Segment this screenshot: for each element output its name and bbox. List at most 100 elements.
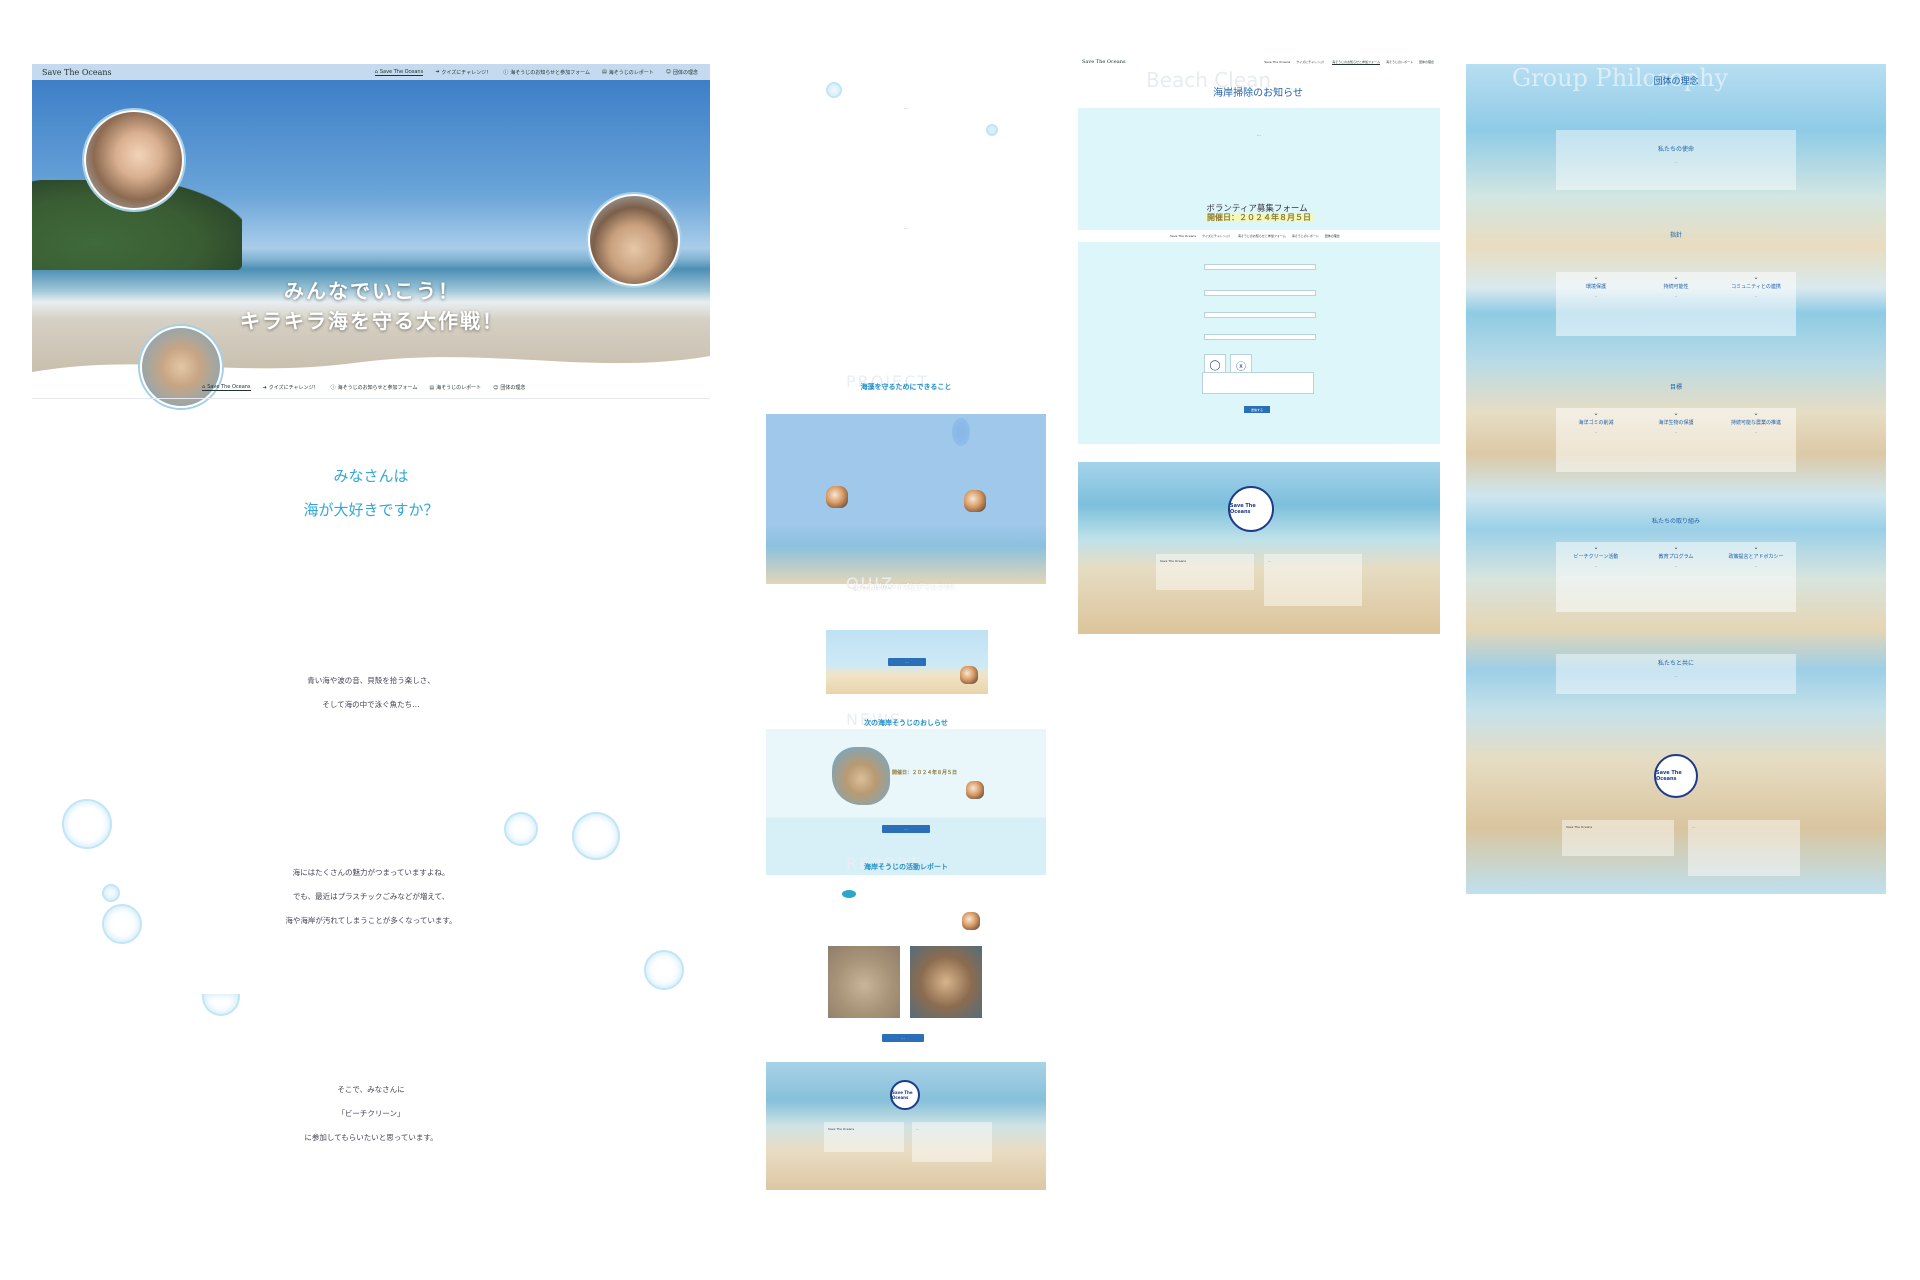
goal-card-text: … [1594,430,1598,434]
report-photo[interactable] [910,946,982,1018]
quiz-banner-image[interactable]: … [826,630,988,694]
seagull-icon: ⌄ [1673,274,1679,281]
sub-nav: Save The Oceans クイズにチャレンジ！ 海そうじのお知らせと参加フ… [1170,234,1340,238]
subnav-item-form[interactable]: 海そうじのお知らせと参加フォーム [1238,234,1286,238]
subnav-item-quiz[interactable]: クイズにチャレンジ！ [1202,234,1232,238]
mission-heading: 私たちの使命 [1657,146,1694,153]
subnav-item-home[interactable]: ⌂ Save The Oceans [202,384,251,391]
seagull-icon: ⌄ [1593,274,1599,281]
subnav-item-home[interactable]: Save The Oceans [1170,234,1196,238]
nav-item-form[interactable]: ⓘ 海そうじのお知らせと参加フォーム [503,69,590,76]
nav-item-report[interactable]: ▤ 海そうじのレポート [602,69,654,76]
nav-label: 海そうじのレポート [1385,60,1413,64]
nav-item-home[interactable]: ⌂ Save The Oceans [374,69,424,76]
cat-mascot-icon [964,490,986,512]
nav-label: クイズにチャレンジ！ [268,385,319,391]
footer-beach: Save The Oceans Save The Oceans … [1078,462,1440,634]
effort-card-text: … [1754,564,1758,568]
name-field[interactable] [1204,264,1316,270]
footer-links[interactable]: … [1688,820,1800,834]
message-textarea[interactable] [1202,372,1314,394]
text-line: 海にはたくさんの魅力がつまっていますよね。 [292,868,450,877]
subnav-item-philosophy[interactable]: ☺ 団体の理念 [493,384,526,392]
save-the-oceans-logo-icon: Save The Oceans [890,1080,920,1110]
nav-label: 団体の理念 [500,385,526,391]
policy-card-title: 環境保護 [1585,284,1606,290]
footer-links[interactable]: … [1264,554,1362,568]
site-logo-text[interactable]: Save The Oceans [32,68,332,77]
nav-label: 海そうじのお知らせと参加フォーム [337,385,418,391]
footer-links[interactable]: … [912,1122,992,1136]
bubble-decoration [952,418,970,446]
email-field[interactable] [1204,312,1316,318]
nav-label: 海そうじのお知らせと参加フォーム [1237,234,1286,238]
subnav-item-philosophy[interactable]: 団体の理念 [1325,234,1340,238]
news-form-button[interactable]: … [882,825,930,833]
intro-question: みなさんは 海が大好きですか？ [32,459,710,527]
bubble-decoration [504,812,538,846]
nav-label: Save The Oceans [1264,60,1291,64]
footer-info-box: Save The Oceans [1156,554,1254,590]
submit-button[interactable]: 送信する [1244,406,1270,413]
quiz-button[interactable]: … [888,658,926,666]
subnav-item-quiz[interactable]: ➜ クイズにチャレンジ！ [262,384,319,392]
subnav-item-report[interactable]: 海そうじのレポート [1292,234,1319,238]
nav-label: 海そうじのレポート [436,385,482,391]
seagull-icon: ⌄ [1753,274,1759,281]
furigana-field[interactable] [1204,290,1316,296]
form-title: ボランティア募集フォーム [1206,204,1308,214]
text-line: 「ビーチクリーン」 [337,1109,405,1118]
people-icon: ☺ [665,69,671,75]
notice-text: … [1257,133,1261,137]
site-logo-text[interactable]: Save The Oceans [1076,59,1226,65]
nav-item-quiz[interactable]: ➜ クイズにチャレンジ！ [435,69,491,76]
hero-wave-edge [32,356,710,382]
logo-text: Save The Oceans [892,1090,913,1100]
intro-small-text: … [904,225,908,230]
hero-photo-kids-sand [588,194,680,286]
footer-brand: Save The Oceans [828,1127,855,1131]
text-line: でも、最近はプラスチックごみなどが増えて、 [292,892,450,901]
intro-paragraph-2: 海にはたくさんの魅力がつまっていますよね。 でも、最近はプラスチックごみなどが増… [32,861,710,933]
phone-field[interactable] [1204,334,1316,340]
subnav-item-report[interactable]: ▤ 海そうじのレポート [429,384,482,392]
nav-label: 海そうじのお知らせと参加フォーム [1332,59,1380,64]
intro-question-line: 海が大好きですか？ [303,501,439,519]
info-icon: ⓘ [330,385,336,391]
nav-item-philosophy[interactable]: ☺ 団体の理念 [666,69,698,76]
report-more-button[interactable]: … [882,1034,924,1042]
nav-item-form[interactable]: 海そうじのお知らせと参加フォーム [1332,60,1380,65]
goal-card-title: 海洋ゴミの削減 [1578,420,1614,426]
nav-item-philosophy[interactable]: 団体の理念 [1419,60,1434,65]
volunteer-form: ◯ ⓧ [1078,242,1440,444]
arrow-icon: ➜ [262,384,267,391]
nav-label: 団体の理念 [1324,234,1340,238]
sub-nav: ⌂ Save The Oceans ➜ クイズにチャレンジ！ ⓘ 海そうじのお知らせと… [202,384,525,391]
footer-info-box: Save The Oceans [824,1122,904,1152]
report-photo[interactable] [828,946,900,1018]
effort-card: ⌄ 教育プログラム… [1636,542,1716,612]
doc-icon: ▤ [429,384,435,391]
page-title: 団体の理念 [1653,77,1699,87]
footer-links-box: … [1264,554,1362,606]
nav-item-report[interactable]: 海そうじのレポート [1386,60,1413,65]
beach-clean-form-panel: Save The Oceans Save The Oceans クイズにチャレン… [1076,56,1440,636]
nav-label: クイズにチャレンジ！ [1202,234,1232,238]
hero-photo-mother-child [84,110,184,210]
subnav-item-form[interactable]: ⓘ 海そうじのお知らせと参加フォーム [331,384,418,391]
policy-card-text: … [1754,294,1758,298]
cat-mascot-icon [826,486,848,508]
site-header: Save The Oceans Save The Oceans クイズにチャレン… [1076,56,1440,68]
nav-item-quiz[interactable]: クイズにチャレンジ！ [1296,60,1326,65]
effort-card-title: 政策提言とアドボカシー [1728,554,1784,560]
nav-item-home[interactable]: Save The Oceans [1264,60,1290,65]
goal-heading: 目標 [1669,384,1682,391]
site-header: Save The Oceans ⌂ Save The Oceans ➜ クイズにチャ… [32,64,710,80]
policy-card-title: 持続可能性 [1663,284,1689,290]
project-section [766,414,1046,584]
intro-small-text: … [904,105,908,110]
nav-label: クイズにチャレンジ！ [1296,60,1327,64]
divider [32,398,710,399]
intro-question-line: みなさんは [333,467,409,485]
effort-heading: 私たちの取り組み [1651,518,1700,525]
